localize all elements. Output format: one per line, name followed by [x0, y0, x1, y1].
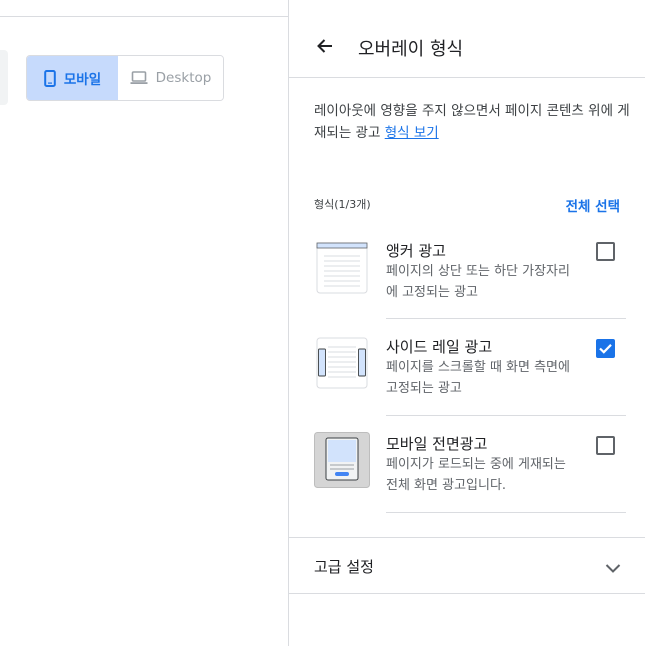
format-description-line: 전체 화면 광고입니다.	[386, 478, 507, 493]
side-rail-ad-icon	[314, 335, 370, 391]
mobile-interstitial-icon	[314, 432, 370, 488]
top-divider	[0, 16, 288, 17]
format-description-line: 페이지의 상단 또는 하단 가장자리	[386, 264, 570, 279]
panel-title: 오버레이 형식	[358, 39, 464, 60]
desktop-toggle-label: Desktop	[155, 70, 212, 86]
format-description-line: 페이지를 스크롤할 때 화면 측면에	[386, 360, 570, 375]
panel-description: 레이아웃에 영향을 주지 않으면서 페이지 콘텐츠 위에 게재되는 광고 형식 …	[314, 100, 634, 144]
chevron-down-icon	[603, 558, 623, 578]
format-description-line: 페이지가 로드되는 중에 게재되는	[386, 457, 566, 472]
format-checkbox-mobile-interstitial[interactable]	[596, 436, 615, 455]
format-item-side-rail: 사이드 레일 광고 페이지를 스크롤할 때 화면 측면에 고정되는 광고	[289, 319, 645, 416]
format-checkbox-anchor[interactable]	[596, 242, 615, 261]
format-item-anchor: 앵커 광고 페이지의 상단 또는 하단 가장자리 에 고정되는 광고	[289, 222, 645, 319]
format-title: 사이드 레일 광고	[386, 338, 493, 356]
laptop-icon	[130, 71, 148, 85]
format-count: 형식(1/3개)	[314, 198, 371, 211]
mobile-toggle-label: 모바일	[63, 72, 102, 88]
desktop-toggle-button[interactable]: Desktop	[118, 56, 223, 100]
overlay-format-panel: 오버레이 형식 레이아웃에 영향을 주지 않으면서 페이지 콘텐츠 위에 게재되…	[288, 0, 645, 646]
preview-area: 모바일 Desktop	[0, 0, 288, 646]
format-title: 앵커 광고	[386, 242, 446, 260]
device-toggle: 모바일 Desktop	[26, 55, 224, 101]
advanced-settings-label: 고급 설정	[314, 558, 374, 576]
advanced-settings-row[interactable]: 고급 설정	[289, 537, 645, 594]
format-description-line: 에 고정되는 광고	[386, 285, 478, 300]
select-all-button[interactable]: 전체 선택	[566, 195, 620, 215]
format-checkbox-side-rail[interactable]	[596, 339, 615, 358]
back-arrow-icon[interactable]	[315, 36, 335, 56]
description-text: 레이아웃에 영향을 주지 않으면서 페이지 콘텐츠 위에 게재되는 광고	[314, 103, 630, 141]
format-description-line: 고정되는 광고	[386, 381, 462, 396]
left-edge-stub	[0, 50, 8, 105]
format-description: 페이지를 스크롤할 때 화면 측면에 고정되는 광고	[386, 357, 591, 399]
format-description: 페이지가 로드되는 중에 게재되는 전체 화면 광고입니다.	[386, 454, 591, 496]
view-formats-link[interactable]: 형식 보기	[385, 125, 439, 141]
panel-header: 오버레이 형식	[289, 0, 645, 78]
smartphone-icon	[44, 69, 56, 87]
item-divider	[386, 512, 626, 513]
anchor-ad-icon	[314, 240, 370, 296]
format-description: 페이지의 상단 또는 하단 가장자리 에 고정되는 광고	[386, 261, 591, 303]
mobile-toggle-button[interactable]: 모바일	[27, 56, 118, 100]
format-title: 모바일 전면광고	[386, 435, 488, 453]
format-item-mobile-interstitial: 모바일 전면광고 페이지가 로드되는 중에 게재되는 전체 화면 광고입니다.	[289, 416, 645, 513]
